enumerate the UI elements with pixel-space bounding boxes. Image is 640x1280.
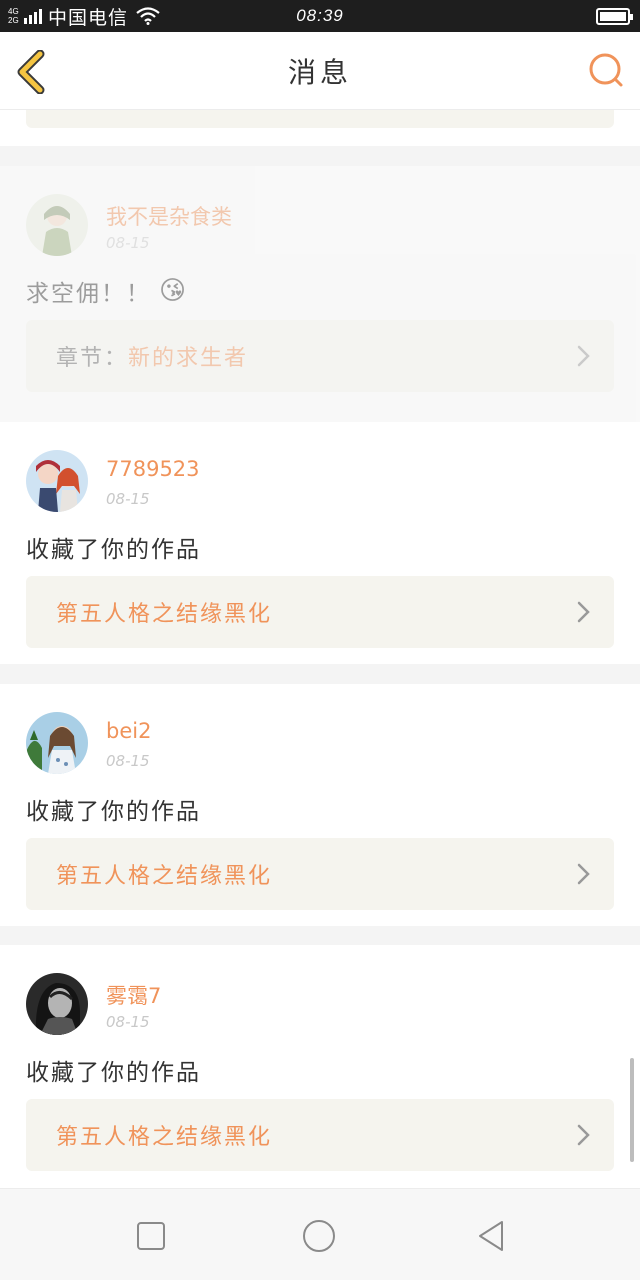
clock: 08:39 [296,6,344,25]
avatar[interactable] [26,450,88,512]
message-card: 7789523 08-15 收藏了你的作品 第五人格之结缘黑化 [0,422,640,664]
work-title: 第五人格之结缘黑化 [56,1125,273,1150]
battery-icon [596,8,633,25]
message-text: 收藏了你的作品 [26,799,201,825]
chevron-right-icon [577,1124,590,1146]
chevron-right-icon [577,601,590,623]
message-card: 雾霭7 08-15 收藏了你的作品 第五人格之结缘黑化 [0,945,640,1188]
avatar[interactable] [26,712,88,774]
username[interactable]: 7789523 [106,457,200,481]
recent-apps-icon[interactable] [134,1219,168,1253]
message-card: 我不是杂食类 08-15 求空佣！！ 😘 章节： 新的求生者 [0,166,640,422]
work-link[interactable]: 第五人格之结缘黑化 [26,838,614,910]
timestamp: 08-15 [106,1013,150,1031]
search-icon[interactable] [586,50,626,90]
username[interactable]: 雾霭7 [106,980,161,1010]
kiss-emoji-icon: 😘 [159,276,189,306]
avatar[interactable] [26,194,88,256]
message-body: 求空佣！！ [26,281,151,307]
chevron-right-icon [577,345,590,367]
username[interactable]: 我不是杂食类 [106,201,232,231]
timestamp: 08-15 [106,490,150,508]
previous-card-fragment [0,110,640,146]
message-card: bei2 08-15 收藏了你的作品 第五人格之结缘黑化 [0,684,640,926]
work-title: 第五人格之结缘黑化 [56,602,273,627]
message-text: 求空佣！！ 😘 [26,274,188,308]
username[interactable]: bei2 [106,719,151,743]
work-title: 第五人格之结缘黑化 [56,864,273,889]
chevron-right-icon [577,863,590,885]
home-icon[interactable] [302,1219,336,1253]
chapter-link[interactable]: 章节： 新的求生者 [26,320,614,392]
work-link[interactable]: 第五人格之结缘黑化 [26,576,614,648]
avatar[interactable] [26,973,88,1035]
chapter-title: 新的求生者 [128,346,249,371]
message-text: 收藏了你的作品 [26,1060,201,1086]
chevron-left-icon[interactable] [14,50,54,94]
status-bar: 4G 2G 中国电信 08:39 [0,0,640,32]
message-feed[interactable]: 我不是杂食类 08-15 求空佣！！ 😘 章节： 新的求生者 7789523 0… [0,110,640,1188]
timestamp: 08-15 [106,752,150,770]
work-link[interactable]: 第五人格之结缘黑化 [26,1099,614,1171]
timestamp: 08-15 [106,234,150,252]
message-text: 收藏了你的作品 [26,537,201,563]
header: 消息 [0,32,640,110]
chapter-label: 章节： [56,346,129,371]
system-nav-bar [0,1188,640,1280]
back-icon[interactable] [474,1219,508,1253]
scrollbar[interactable] [630,1058,634,1162]
page-title: 消息 [287,55,352,89]
